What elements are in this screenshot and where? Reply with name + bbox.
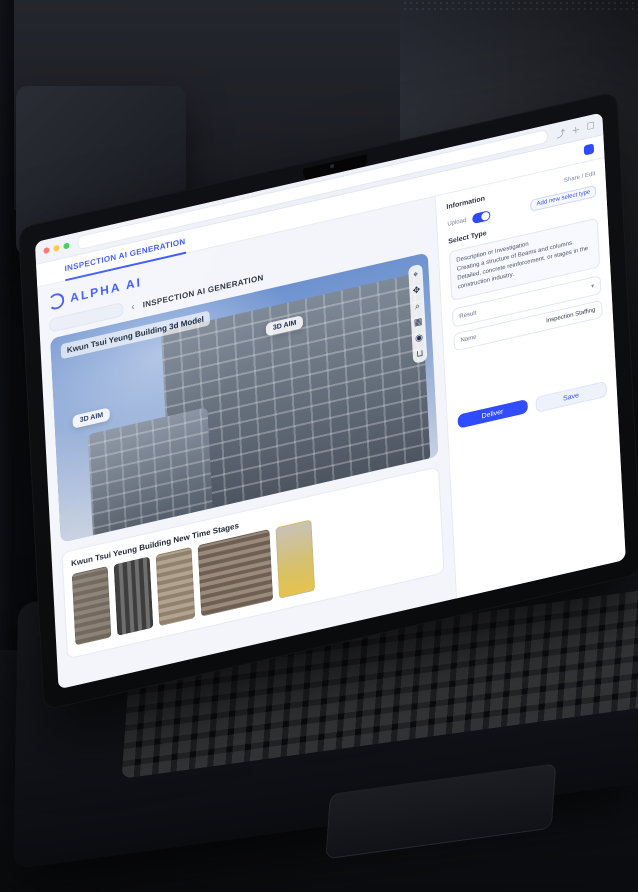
save-button[interactable]: Save xyxy=(534,380,608,414)
avatar[interactable] xyxy=(583,143,595,156)
scene: ⤴ ＋ ▢ INSPECTION AI GENERATION ALPHA AI … xyxy=(0,0,638,892)
tab-placeholder-3[interactable] xyxy=(221,228,222,240)
maximize-window-icon[interactable] xyxy=(63,242,70,250)
stage-thumbnail-5[interactable] xyxy=(275,519,316,599)
layers-tool-icon[interactable]: ▦ xyxy=(414,316,423,328)
stage-thumbnail-1[interactable] xyxy=(71,565,112,646)
stage-thumbnail-4[interactable] xyxy=(197,528,274,617)
upload-label: Upload xyxy=(447,217,467,228)
stage-thumbnail-2[interactable] xyxy=(113,556,154,636)
share-icon[interactable]: ⤴ xyxy=(556,125,566,140)
side-actions: Deliver Save xyxy=(457,380,608,431)
stage-thumbnail-3[interactable] xyxy=(155,546,196,627)
browser-actions: ⤴ ＋ ▢ xyxy=(556,119,595,141)
upload-toggle-group: Upload xyxy=(447,210,491,230)
tab-placeholder-2[interactable] xyxy=(203,232,204,244)
upload-toggle[interactable] xyxy=(472,210,491,225)
side-meta[interactable]: Share / Edit xyxy=(564,171,596,184)
move-tool-icon[interactable]: ✥ xyxy=(412,284,420,296)
result-field-caret-icon: ▾ xyxy=(590,283,595,291)
minimize-window-icon[interactable] xyxy=(53,244,60,252)
close-window-icon[interactable] xyxy=(43,246,50,255)
lock-tool-icon[interactable]: ⊔ xyxy=(416,348,424,360)
back-chevron-icon[interactable]: ‹ xyxy=(131,301,135,313)
alpha-ai-logo-icon xyxy=(47,291,65,312)
right-panel: Information Share / Edit Upload Add new … xyxy=(434,157,626,601)
name-field-value: Inspection Staffing xyxy=(546,307,596,325)
window-controls xyxy=(43,242,70,255)
deliver-button[interactable]: Deliver xyxy=(457,399,528,429)
side-title: Information xyxy=(446,195,486,212)
user-area xyxy=(583,143,595,156)
tabs-icon[interactable]: ▢ xyxy=(586,119,595,134)
name-field-label: Name xyxy=(460,334,477,345)
zoom-tool-icon[interactable]: ⌕ xyxy=(415,300,421,311)
select-tool-icon[interactable]: ⌖ xyxy=(413,269,419,280)
add-tab-icon[interactable]: ＋ xyxy=(571,122,581,137)
tab-placeholder-1[interactable] xyxy=(46,268,47,280)
result-field-label: Result xyxy=(459,309,477,320)
camera-tool-icon[interactable]: ◉ xyxy=(415,332,423,344)
